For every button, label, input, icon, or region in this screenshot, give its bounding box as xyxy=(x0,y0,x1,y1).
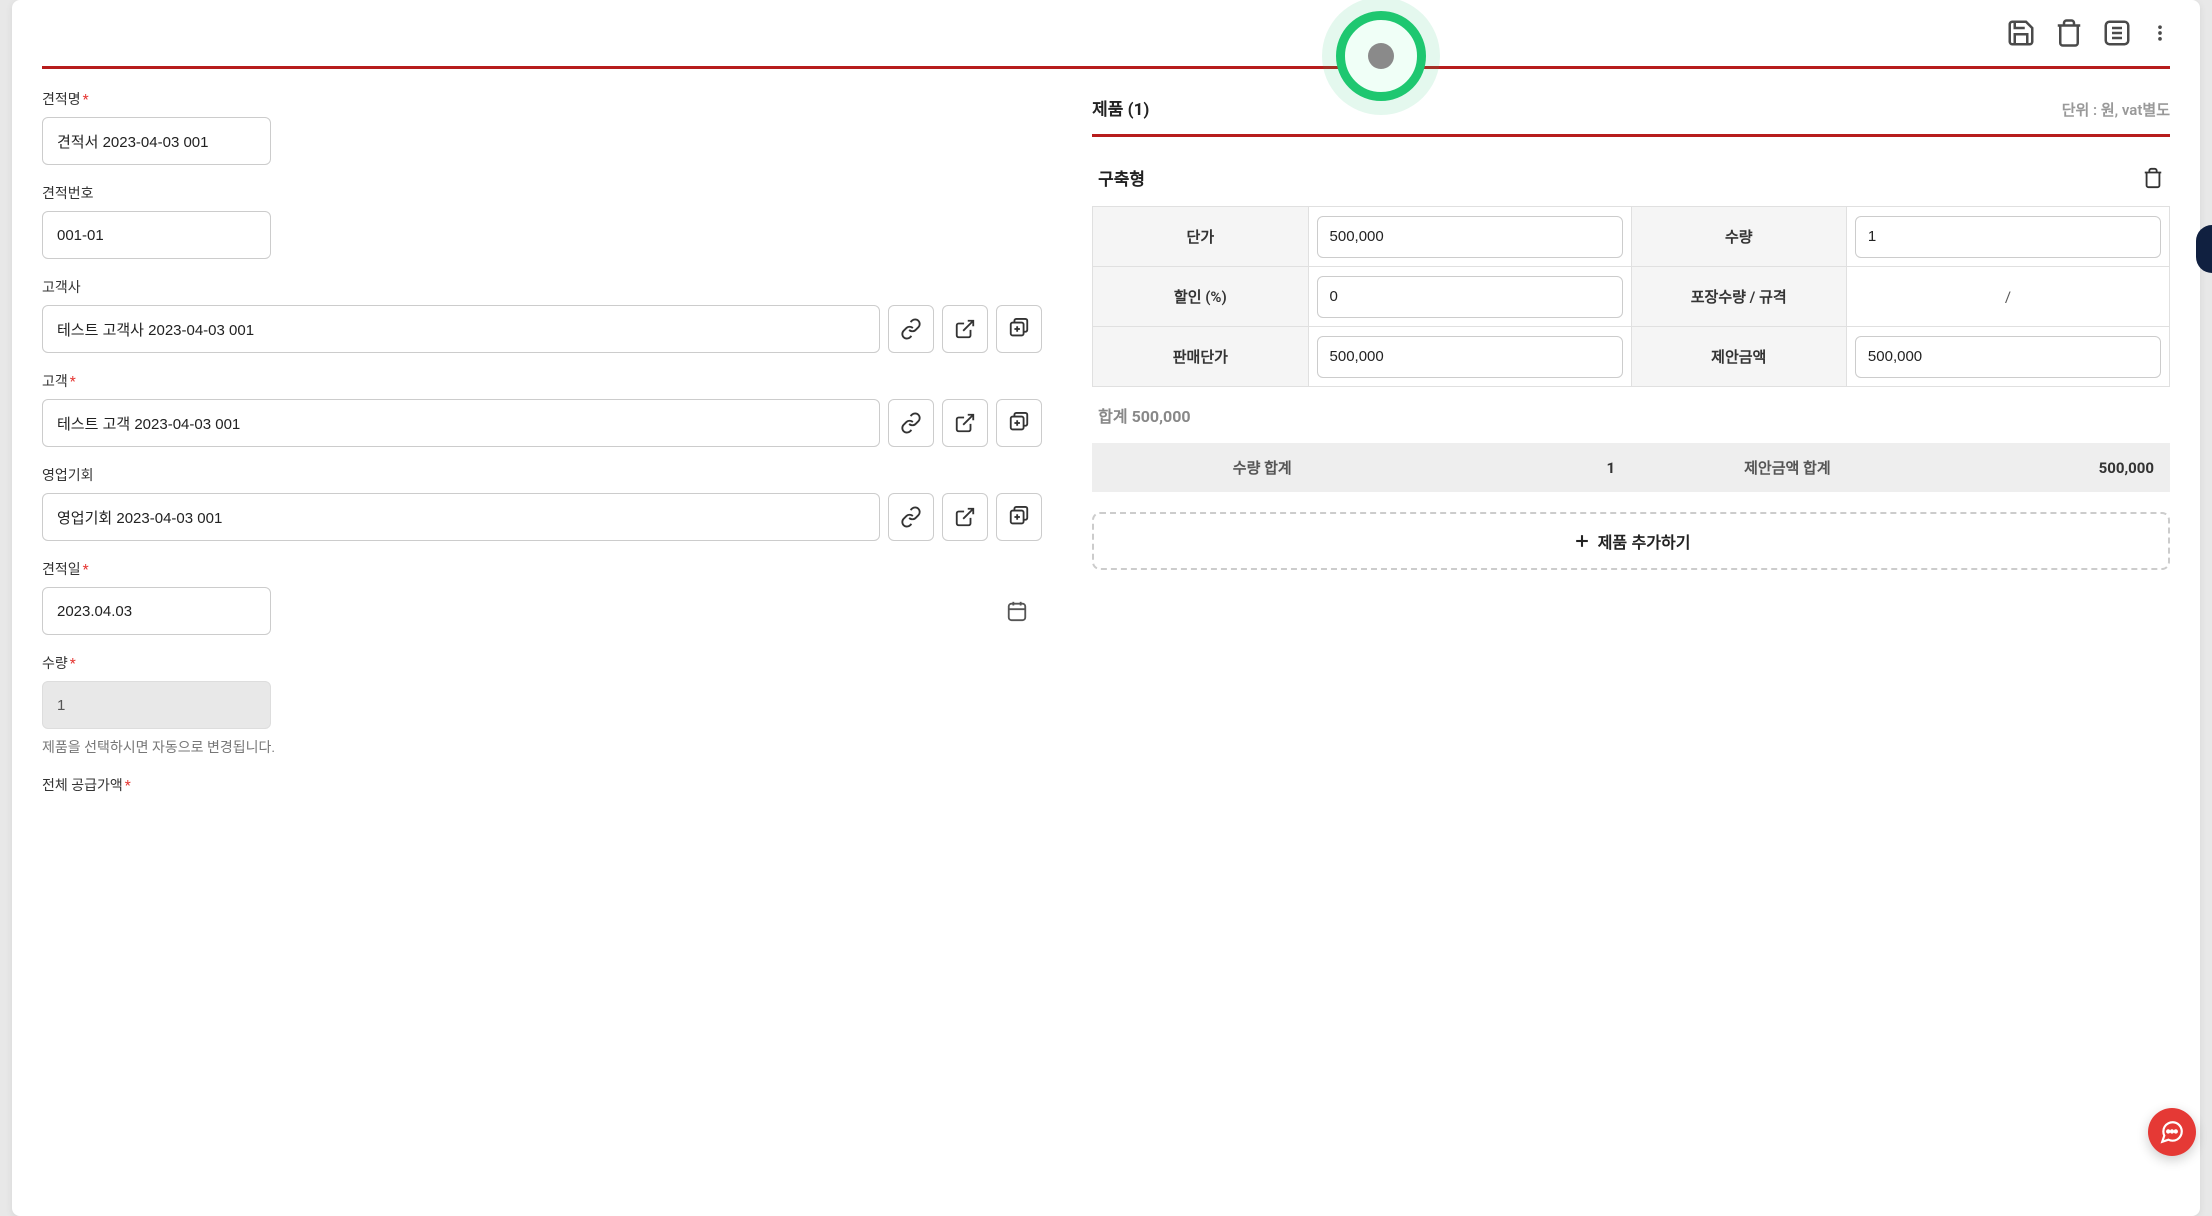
sale-price-input[interactable] xyxy=(1317,336,1623,378)
form-column: 견적명* 견적번호 고객사 xyxy=(42,89,1042,813)
summary-table: 수량 합계 1 제안금액 합계 500,000 xyxy=(1092,443,2170,492)
quote-name-label: 견적명* xyxy=(42,89,1042,109)
quantity-label: 수량* xyxy=(42,653,1042,673)
product-table: 단가 수량 할인 (%) 포장수량 / 규격 / 판매단가 제안 xyxy=(1092,206,2170,387)
more-icon[interactable] xyxy=(2150,18,2170,48)
sale-price-label: 판매단가 xyxy=(1093,327,1308,387)
package-spec-value: / xyxy=(1855,288,2161,306)
quote-number-label: 견적번호 xyxy=(42,183,1042,203)
proposal-amount-input[interactable] xyxy=(1855,336,2161,378)
client-contact-input[interactable] xyxy=(42,399,880,447)
amount-total-label: 제안금액 합계 xyxy=(1631,443,1847,492)
delete-icon[interactable] xyxy=(2054,18,2084,48)
quote-date-input[interactable] xyxy=(42,587,271,635)
save-icon[interactable] xyxy=(2006,18,2036,48)
unit-price-input[interactable] xyxy=(1317,216,1623,258)
plus-icon xyxy=(1572,531,1592,551)
link-icon[interactable] xyxy=(888,493,934,541)
subtotal-text: 합계 500,000 xyxy=(1092,387,2170,443)
chat-icon xyxy=(2159,1119,2185,1145)
proposal-amount-label: 제안금액 xyxy=(1631,327,1846,387)
record-dot-icon xyxy=(1368,43,1394,69)
open-external-icon[interactable] xyxy=(942,493,988,541)
client-company-label: 고객사 xyxy=(42,277,1042,297)
products-unit: 단위 : 원, vat별도 xyxy=(2062,99,2170,120)
calendar-icon[interactable] xyxy=(1006,600,1028,622)
quote-number-input[interactable] xyxy=(42,211,271,259)
discount-label: 할인 (%) xyxy=(1093,267,1308,327)
add-new-icon[interactable] xyxy=(996,399,1042,447)
qty-total-label: 수량 합계 xyxy=(1092,443,1308,492)
qty-input[interactable] xyxy=(1855,216,2161,258)
open-external-icon[interactable] xyxy=(942,399,988,447)
quantity-input xyxy=(42,681,271,729)
chat-fab[interactable] xyxy=(2148,1108,2196,1156)
quote-name-input[interactable] xyxy=(42,117,271,165)
toolbar xyxy=(42,10,2170,69)
opportunity-label: 영업기회 xyxy=(42,465,1042,485)
add-product-label: 제품 추가하기 xyxy=(1598,529,1691,553)
package-spec-label: 포장수량 / 규격 xyxy=(1631,267,1846,327)
table-row: 할인 (%) 포장수량 / 규격 / xyxy=(1093,267,2170,327)
list-icon[interactable] xyxy=(2102,18,2132,48)
products-title: 제품 (1) xyxy=(1092,95,1149,120)
open-external-icon[interactable] xyxy=(942,305,988,353)
total-supply-label: 전체 공급가액* xyxy=(42,775,1042,795)
link-icon[interactable] xyxy=(888,305,934,353)
recording-indicator xyxy=(1336,11,1426,101)
qty-label: 수량 xyxy=(1631,207,1846,267)
product-item-name: 구축형 xyxy=(1098,165,1145,190)
amount-total-value: 500,000 xyxy=(1847,443,2170,492)
table-row: 판매단가 제안금액 xyxy=(1093,327,2170,387)
quote-date-label: 견적일* xyxy=(42,559,1042,579)
remove-product-icon[interactable] xyxy=(2142,167,2164,189)
add-new-icon[interactable] xyxy=(996,493,1042,541)
client-contact-label: 고객* xyxy=(42,371,1042,391)
link-icon[interactable] xyxy=(888,399,934,447)
add-new-icon[interactable] xyxy=(996,305,1042,353)
add-product-button[interactable]: 제품 추가하기 xyxy=(1092,512,2170,570)
unit-price-label: 단가 xyxy=(1093,207,1308,267)
client-company-input[interactable] xyxy=(42,305,880,353)
side-tab[interactable] xyxy=(2196,225,2212,273)
table-row: 단가 수량 xyxy=(1093,207,2170,267)
products-column: 제품 (1) 단위 : 원, vat별도 구축형 단가 수량 xyxy=(1092,89,2170,813)
discount-input[interactable] xyxy=(1317,276,1623,318)
qty-total-value: 1 xyxy=(1308,443,1631,492)
quantity-hint: 제품을 선택하시면 자동으로 변경됩니다. xyxy=(42,737,1042,757)
opportunity-input[interactable] xyxy=(42,493,880,541)
